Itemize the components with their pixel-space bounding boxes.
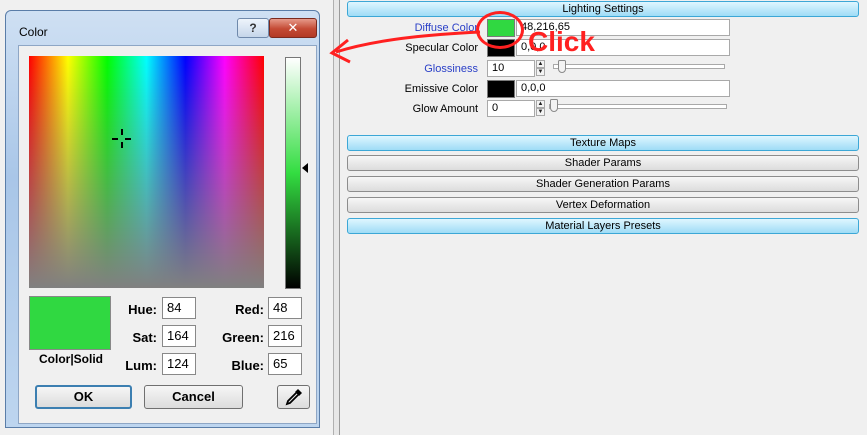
help-button[interactable]: ?	[237, 18, 269, 38]
click-annotation: Click	[528, 26, 595, 57]
section-vertex-deformation[interactable]: Vertex Deformation	[347, 197, 859, 213]
spin-down-icon[interactable]: ▼	[536, 68, 545, 76]
red-input[interactable]: 48	[268, 297, 302, 319]
color-solid-label: Color|Solid	[38, 352, 104, 366]
luminance-bar[interactable]	[285, 57, 301, 289]
cancel-button[interactable]: Cancel	[144, 385, 243, 409]
pointer-arrow-icon	[329, 30, 481, 64]
lum-input[interactable]: 124	[162, 353, 196, 375]
close-button[interactable]: ✕	[269, 18, 317, 38]
glow-amount-label: Glow Amount	[412, 103, 478, 115]
eyedropper-button[interactable]	[277, 385, 310, 409]
glossiness-input[interactable]: 10	[487, 60, 535, 77]
glow-amount-slider-track[interactable]	[549, 104, 727, 109]
color-dialog: Color ? ✕ Color|Solid Hue: 84 Sat: 164 L…	[5, 10, 320, 428]
emissive-color-label: Emissive Color	[404, 83, 478, 95]
glow-amount-slider-thumb[interactable]	[550, 99, 558, 112]
crosshair-icon	[112, 129, 131, 148]
sat-input[interactable]: 164	[162, 325, 196, 347]
glow-amount-input[interactable]: 0	[487, 100, 535, 117]
emissive-color-swatch[interactable]	[487, 80, 515, 98]
dialog-client-area: Color|Solid Hue: 84 Sat: 164 Lum: 124 Re…	[18, 45, 317, 424]
blue-label: Blue:	[231, 358, 265, 373]
spin-up-icon[interactable]: ▲	[536, 60, 545, 68]
luminance-pointer-icon[interactable]	[302, 163, 308, 173]
section-texture-maps[interactable]: Texture Maps	[347, 135, 859, 151]
color-spectrum[interactable]	[29, 56, 264, 288]
glossiness-slider-track[interactable]	[553, 64, 725, 69]
glossiness-slider-thumb[interactable]	[558, 60, 566, 73]
emissive-color-value[interactable]: 0,0,0	[516, 80, 730, 97]
ok-button[interactable]: OK	[35, 385, 132, 409]
red-label: Red:	[235, 302, 264, 317]
section-shader-params[interactable]: Shader Params	[347, 155, 859, 171]
eyedropper-icon	[285, 389, 302, 406]
section-material-layers-presets[interactable]: Material Layers Presets	[347, 218, 859, 234]
spin-up-icon[interactable]: ▲	[536, 100, 545, 108]
hue-label: Hue:	[128, 302, 157, 317]
hue-input[interactable]: 84	[162, 297, 196, 319]
dialog-title: Color	[19, 25, 48, 39]
spin-down-icon[interactable]: ▼	[536, 108, 545, 116]
section-shader-generation-params[interactable]: Shader Generation Params	[347, 176, 859, 192]
glow-amount-spinner[interactable]: ▲ ▼	[536, 100, 545, 117]
green-label: Green:	[222, 330, 264, 345]
green-input[interactable]: 216	[268, 325, 302, 347]
glossiness-spinner[interactable]: ▲ ▼	[536, 60, 545, 77]
sat-label: Sat:	[132, 330, 157, 345]
blue-input[interactable]: 65	[268, 353, 302, 375]
lum-label: Lum:	[125, 358, 157, 373]
color-preview	[29, 296, 111, 350]
